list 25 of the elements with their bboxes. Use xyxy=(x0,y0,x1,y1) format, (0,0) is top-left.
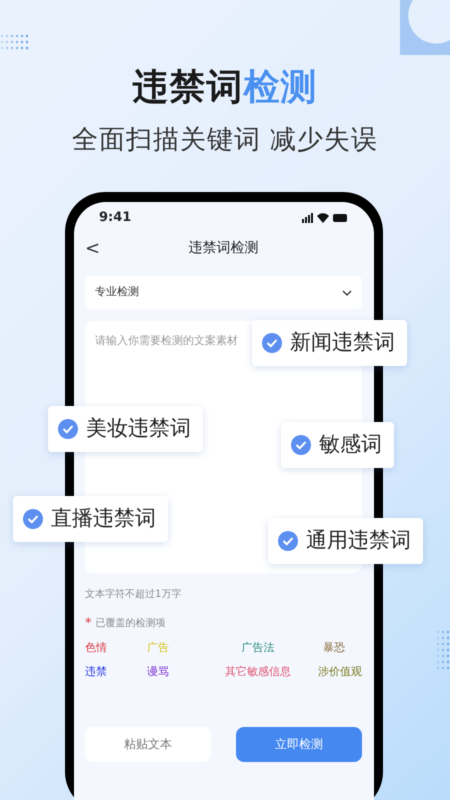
category-tag: 谩骂 xyxy=(147,664,169,680)
category-tag: 广告 xyxy=(147,640,169,656)
headline-text: 检测 xyxy=(244,67,318,108)
subtitle: 全面扫描关键词 减少失误 xyxy=(70,124,380,157)
status-icons xyxy=(302,213,348,223)
category-tag: 其它敏感信息 xyxy=(225,664,291,680)
limit-hint: 文本字符不超过1万字 xyxy=(85,588,182,602)
page-title: 违禁词检测 xyxy=(188,238,258,258)
category-tag: 暴恐 xyxy=(323,640,345,656)
ring-decoration xyxy=(400,0,450,55)
chip-label: 美妆违禁词 xyxy=(86,415,191,442)
mode-dropdown[interactable]: 专业检测 xyxy=(85,276,362,309)
paste-button[interactable]: 粘贴文本 xyxy=(85,726,211,762)
required-mark: * xyxy=(85,615,92,633)
back-button[interactable]: < xyxy=(85,234,100,262)
status-time: 9:41 xyxy=(99,209,132,228)
headline-text: 违禁词 xyxy=(132,67,244,108)
category-tag: 色情 xyxy=(85,640,107,656)
category-tag: 违禁 xyxy=(85,664,107,680)
covered-label: 已覆盖的检测项 xyxy=(96,616,166,632)
dot-grid-decoration xyxy=(436,630,450,670)
category-tag: 涉价值观 xyxy=(318,664,362,680)
category-tag: 广告法 xyxy=(242,640,274,656)
dot-grid-decoration xyxy=(0,34,28,50)
chevron-down-icon xyxy=(342,290,352,296)
